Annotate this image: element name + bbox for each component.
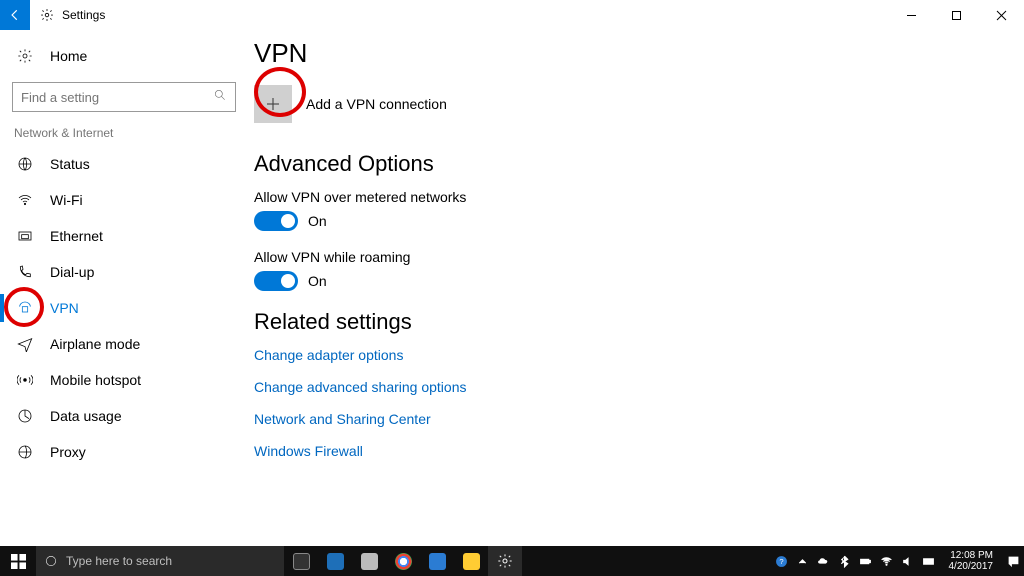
system-tray: ? 12:08 PM 4/20/2017 xyxy=(775,550,1024,572)
sidebar-item-airplane[interactable]: Airplane mode xyxy=(0,326,248,362)
globe-icon xyxy=(14,156,36,172)
sidebar-item-vpn[interactable]: VPN xyxy=(0,290,248,326)
sidebar-item-hotspot[interactable]: Mobile hotspot xyxy=(0,362,248,398)
gear-icon xyxy=(14,48,36,64)
toggle-roaming[interactable] xyxy=(254,271,298,291)
minimize-button[interactable] xyxy=(889,0,934,30)
clock-time: 12:08 PM xyxy=(949,550,994,561)
link-sharing-options[interactable]: Change advanced sharing options xyxy=(254,379,1024,395)
sidebar-item-wifi[interactable]: Wi-Fi xyxy=(0,182,248,218)
toggle-roaming-block: Allow VPN while roaming On xyxy=(254,249,1024,291)
tray-chevron-up-icon[interactable] xyxy=(796,555,809,568)
hotspot-icon xyxy=(14,372,36,388)
sidebar-item-status[interactable]: Status xyxy=(0,146,248,182)
toggle-metered-state: On xyxy=(308,213,327,229)
sidebar-item-ethernet[interactable]: Ethernet xyxy=(0,218,248,254)
taskbar-app-edge[interactable] xyxy=(318,546,352,576)
settings-app-icon xyxy=(34,8,60,22)
sidebar-home[interactable]: Home xyxy=(0,36,248,76)
taskbar-search-placeholder: Type here to search xyxy=(66,554,172,568)
taskbar-app-chrome[interactable] xyxy=(386,546,420,576)
sidebar-item-label: Proxy xyxy=(50,444,86,460)
toggle-metered-block: Allow VPN over metered networks On xyxy=(254,189,1024,231)
sidebar-item-datausage[interactable]: Data usage xyxy=(0,398,248,434)
clock-date: 4/20/2017 xyxy=(949,561,994,572)
sidebar-item-label: VPN xyxy=(50,300,79,316)
sidebar-item-label: Airplane mode xyxy=(50,336,140,352)
tray-keyboard-icon[interactable] xyxy=(922,555,935,568)
phone-icon xyxy=(14,264,36,280)
toggle-roaming-label: Allow VPN while roaming xyxy=(254,249,1024,265)
add-vpn-label: Add a VPN connection xyxy=(306,96,447,112)
link-adapter-options[interactable]: Change adapter options xyxy=(254,347,1024,363)
sidebar-item-label: Wi-Fi xyxy=(50,192,83,208)
tray-notifications-icon[interactable] xyxy=(1007,555,1020,568)
advanced-heading: Advanced Options xyxy=(254,151,1024,177)
vpn-icon xyxy=(14,300,36,316)
window-controls xyxy=(889,0,1024,30)
airplane-icon xyxy=(14,336,36,352)
taskbar-app-explorer[interactable] xyxy=(454,546,488,576)
search-input[interactable] xyxy=(21,90,213,105)
app-title: Settings xyxy=(62,8,105,22)
toggle-metered-label: Allow VPN over metered networks xyxy=(254,189,1024,205)
maximize-button[interactable] xyxy=(934,0,979,30)
sidebar-group-label: Network & Internet xyxy=(0,122,248,146)
sidebar: Home Network & Internet Status Wi-Fi Eth… xyxy=(0,30,248,546)
taskbar-search[interactable]: Type here to search xyxy=(36,546,284,576)
wifi-icon xyxy=(14,192,36,208)
tray-bluetooth-icon[interactable] xyxy=(838,555,851,568)
proxy-icon xyxy=(14,444,36,460)
search-icon xyxy=(213,88,227,107)
taskbar-apps xyxy=(284,546,522,576)
sidebar-item-label: Dial-up xyxy=(50,264,94,280)
content-pane: VPN Add a VPN connection Advanced Option… xyxy=(248,30,1024,546)
taskbar-app-settings[interactable] xyxy=(488,546,522,576)
close-button[interactable] xyxy=(979,0,1024,30)
search-box[interactable] xyxy=(12,82,236,112)
tray-battery-icon[interactable] xyxy=(859,555,872,568)
sidebar-item-label: Status xyxy=(50,156,90,172)
taskbar-clock[interactable]: 12:08 PM 4/20/2017 xyxy=(943,550,1000,572)
tray-wifi-icon[interactable] xyxy=(880,555,893,568)
sidebar-item-proxy[interactable]: Proxy xyxy=(0,434,248,470)
sidebar-item-dialup[interactable]: Dial-up xyxy=(0,254,248,290)
link-windows-firewall[interactable]: Windows Firewall xyxy=(254,443,1024,459)
related-heading: Related settings xyxy=(254,309,1024,335)
task-view-button[interactable] xyxy=(284,546,318,576)
tray-volume-icon[interactable] xyxy=(901,555,914,568)
link-network-center[interactable]: Network and Sharing Center xyxy=(254,411,1024,427)
svg-text:?: ? xyxy=(779,557,783,566)
plus-icon xyxy=(254,85,292,123)
data-icon xyxy=(14,408,36,424)
ethernet-icon xyxy=(14,228,36,244)
back-button[interactable] xyxy=(0,0,30,30)
taskbar-app-s[interactable] xyxy=(352,546,386,576)
page-title: VPN xyxy=(254,38,1024,69)
add-vpn-row[interactable]: Add a VPN connection xyxy=(254,85,1024,123)
toggle-roaming-state: On xyxy=(308,273,327,289)
sidebar-item-label: Data usage xyxy=(50,408,122,424)
tray-help-icon[interactable]: ? xyxy=(775,555,788,568)
taskbar-app-word[interactable] xyxy=(420,546,454,576)
sidebar-item-label: Ethernet xyxy=(50,228,103,244)
toggle-metered[interactable] xyxy=(254,211,298,231)
taskbar: Type here to search ? 12:08 PM 4/20/2017 xyxy=(0,546,1024,576)
titlebar: Settings xyxy=(0,0,1024,30)
sidebar-home-label: Home xyxy=(50,48,87,64)
sidebar-item-label: Mobile hotspot xyxy=(50,372,141,388)
start-button[interactable] xyxy=(0,546,36,576)
sidebar-search xyxy=(12,82,236,112)
tray-onedrive-icon[interactable] xyxy=(817,555,830,568)
cortana-icon xyxy=(44,554,58,568)
